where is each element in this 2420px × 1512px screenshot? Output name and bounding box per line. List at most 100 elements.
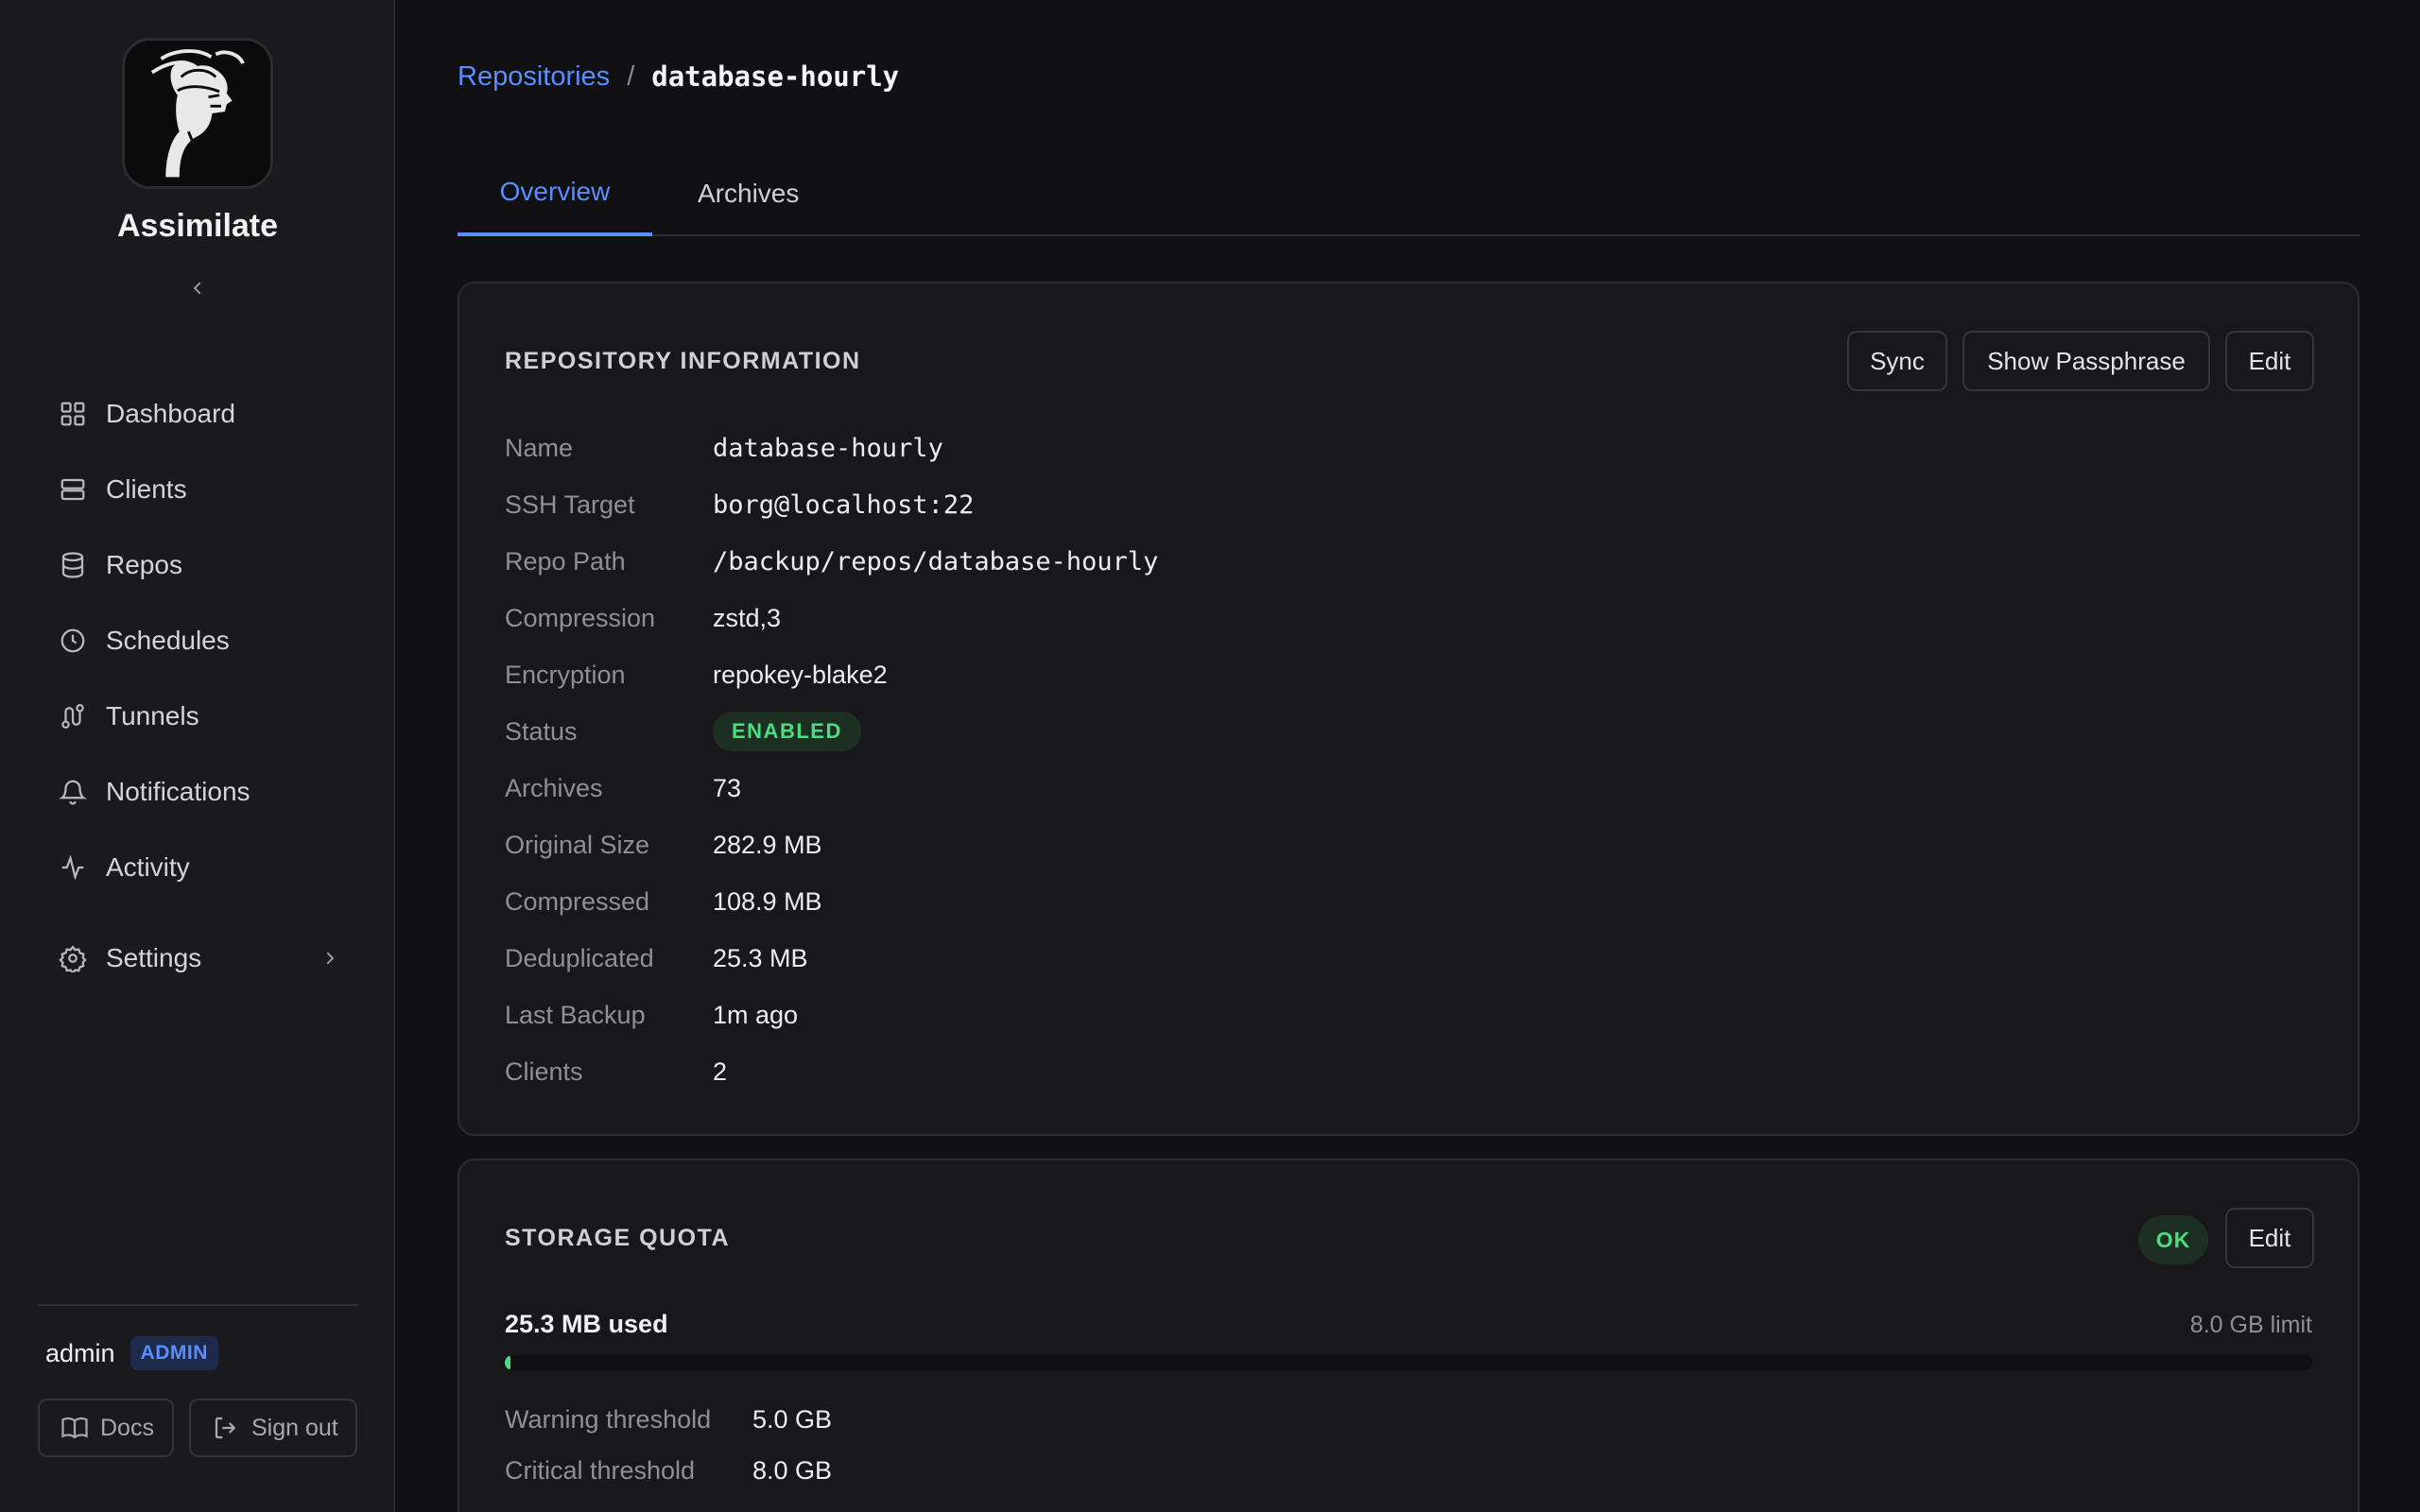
quota-status-badge: OK <box>2138 1215 2208 1264</box>
field-label: Archives <box>505 773 603 802</box>
sidebar-nav: Dashboard Clients Repos Schedules Tunnel… <box>38 376 359 996</box>
sidebar-item-schedules[interactable]: Schedules <box>38 603 359 679</box>
sidebar-item-settings[interactable]: Settings <box>38 920 359 996</box>
field-original-size: Original Size 282.9 MB <box>505 826 822 864</box>
field-label: Name <box>505 433 574 462</box>
activity-icon <box>61 854 84 881</box>
user-info: admin ADMIN <box>45 1336 218 1370</box>
card-title: STORAGE QUOTA <box>505 1225 731 1251</box>
storage-quota-card: STORAGE QUOTA OK Edit 25.3 MB used 8.0 G… <box>458 1159 2360 1512</box>
field-value: zstd,3 <box>713 603 782 632</box>
sidebar-item-tunnels[interactable]: Tunnels <box>38 679 359 754</box>
field-value: 25.3 MB <box>713 943 808 972</box>
field-repo-path: Repo Path /backup/repos/database-hourly <box>505 542 1158 580</box>
app-logo <box>122 38 273 189</box>
clock-icon <box>60 628 85 653</box>
sign-out-button[interactable]: Sign out <box>189 1399 357 1457</box>
sidebar-item-notifications[interactable]: Notifications <box>38 754 359 830</box>
field-label: Critical threshold <box>505 1455 696 1485</box>
chevron-left-icon <box>193 282 201 295</box>
sidebar-item-label: Settings <box>106 943 202 972</box>
field-label: Compressed <box>505 886 650 916</box>
field-label: SSH Target <box>505 490 635 519</box>
field-value: 8.0 GB <box>752 1455 833 1485</box>
log-out-icon <box>215 1417 236 1439</box>
edit-repo-button[interactable]: Edit <box>2225 331 2314 391</box>
sidebar-item-label: Activity <box>106 852 190 882</box>
edit-quota-button[interactable]: Edit <box>2225 1208 2314 1268</box>
card-title: REPOSITORY INFORMATION <box>505 348 861 374</box>
database-icon <box>61 552 84 578</box>
collapse-sidebar-button[interactable] <box>183 274 212 302</box>
field-deduplicated: Deduplicated 25.3 MB <box>505 939 808 977</box>
tab-archives[interactable]: Archives <box>698 151 799 236</box>
field-compression: Compression zstd,3 <box>505 599 781 637</box>
grid-icon <box>60 402 85 426</box>
bell-icon <box>59 780 87 805</box>
server-icon <box>60 478 85 501</box>
tab-overview[interactable]: Overview <box>458 151 652 236</box>
field-status: Status ENABLED <box>505 712 861 751</box>
quota-progress-bar <box>505 1355 2312 1370</box>
tab-bar: Overview Archives <box>458 151 2360 236</box>
field-label: Compression <box>505 603 656 632</box>
field-encryption: Encryption repokey-blake2 <box>505 656 888 694</box>
field-label: Clients <box>505 1057 583 1086</box>
field-label: Deduplicated <box>505 943 654 972</box>
field-label: Warning threshold <box>505 1404 712 1434</box>
field-value: 5.0 GB <box>752 1404 833 1434</box>
sidebar: Assimilate Dashboard Clients Repos Sched… <box>0 0 395 1512</box>
sidebar-item-label: Dashboard <box>106 399 235 428</box>
quota-limit: 8.0 GB limit <box>2189 1312 2312 1338</box>
field-label: Status <box>505 716 578 746</box>
field-value: repokey-blake2 <box>713 660 888 689</box>
show-passphrase-button[interactable]: Show Passphrase <box>1962 331 2210 391</box>
book-icon <box>61 1417 88 1439</box>
breadcrumb-separator: / <box>627 60 635 92</box>
warning-threshold: Warning threshold 5.0 GB <box>505 1400 832 1438</box>
sidebar-item-label: Repos <box>106 550 182 579</box>
app-name: Assimilate <box>116 208 279 244</box>
docs-label: Docs <box>100 1414 154 1441</box>
status-badge: ENABLED <box>713 712 861 751</box>
route-icon <box>61 704 84 729</box>
field-value: /backup/repos/database-hourly <box>713 546 1159 576</box>
sidebar-item-label: Schedules <box>106 626 230 655</box>
role-badge: ADMIN <box>130 1336 218 1370</box>
sidebar-item-dashboard[interactable]: Dashboard <box>38 376 359 452</box>
breadcrumb-repositories-link[interactable]: Repositories <box>458 61 610 93</box>
field-label: Last Backup <box>505 1000 646 1029</box>
field-value: database-hourly <box>713 433 943 463</box>
field-value: 1m ago <box>713 1000 799 1029</box>
quota-used: 25.3 MB used <box>505 1310 668 1338</box>
quota-progress-fill <box>505 1355 510 1370</box>
sidebar-item-activity[interactable]: Activity <box>38 830 359 905</box>
field-clients: Clients 2 <box>505 1053 727 1091</box>
field-label: Encryption <box>505 660 626 689</box>
field-label: Original Size <box>505 830 650 859</box>
sidebar-divider <box>38 1304 357 1306</box>
field-value: 108.9 MB <box>713 886 822 916</box>
breadcrumb-current: database-hourly <box>651 60 900 93</box>
field-archives: Archives 73 <box>505 769 741 807</box>
sign-out-label: Sign out <box>251 1414 338 1441</box>
field-ssh-target: SSH Target borg@localhost:22 <box>505 486 974 524</box>
sidebar-item-clients[interactable]: Clients <box>38 452 359 527</box>
sync-button[interactable]: Sync <box>1847 331 1947 391</box>
sidebar-item-repos[interactable]: Repos <box>38 527 359 603</box>
gear-icon <box>59 945 87 972</box>
sidebar-item-label: Clients <box>106 474 187 504</box>
chevron-right-icon <box>326 952 335 965</box>
docs-button[interactable]: Docs <box>38 1399 174 1457</box>
sidebar-item-label: Tunnels <box>106 701 199 730</box>
field-value: 282.9 MB <box>713 830 822 859</box>
field-name: Name database-hourly <box>505 429 943 467</box>
sidebar-item-label: Notifications <box>106 777 251 806</box>
breadcrumb: Repositories / database-hourly <box>458 60 899 93</box>
field-label: Repo Path <box>505 546 626 576</box>
field-value: 73 <box>713 773 742 802</box>
field-value: 2 <box>713 1057 728 1086</box>
critical-threshold: Critical threshold 8.0 GB <box>505 1452 832 1489</box>
field-compressed: Compressed 108.9 MB <box>505 883 822 920</box>
field-last-backup: Last Backup 1m ago <box>505 996 798 1034</box>
